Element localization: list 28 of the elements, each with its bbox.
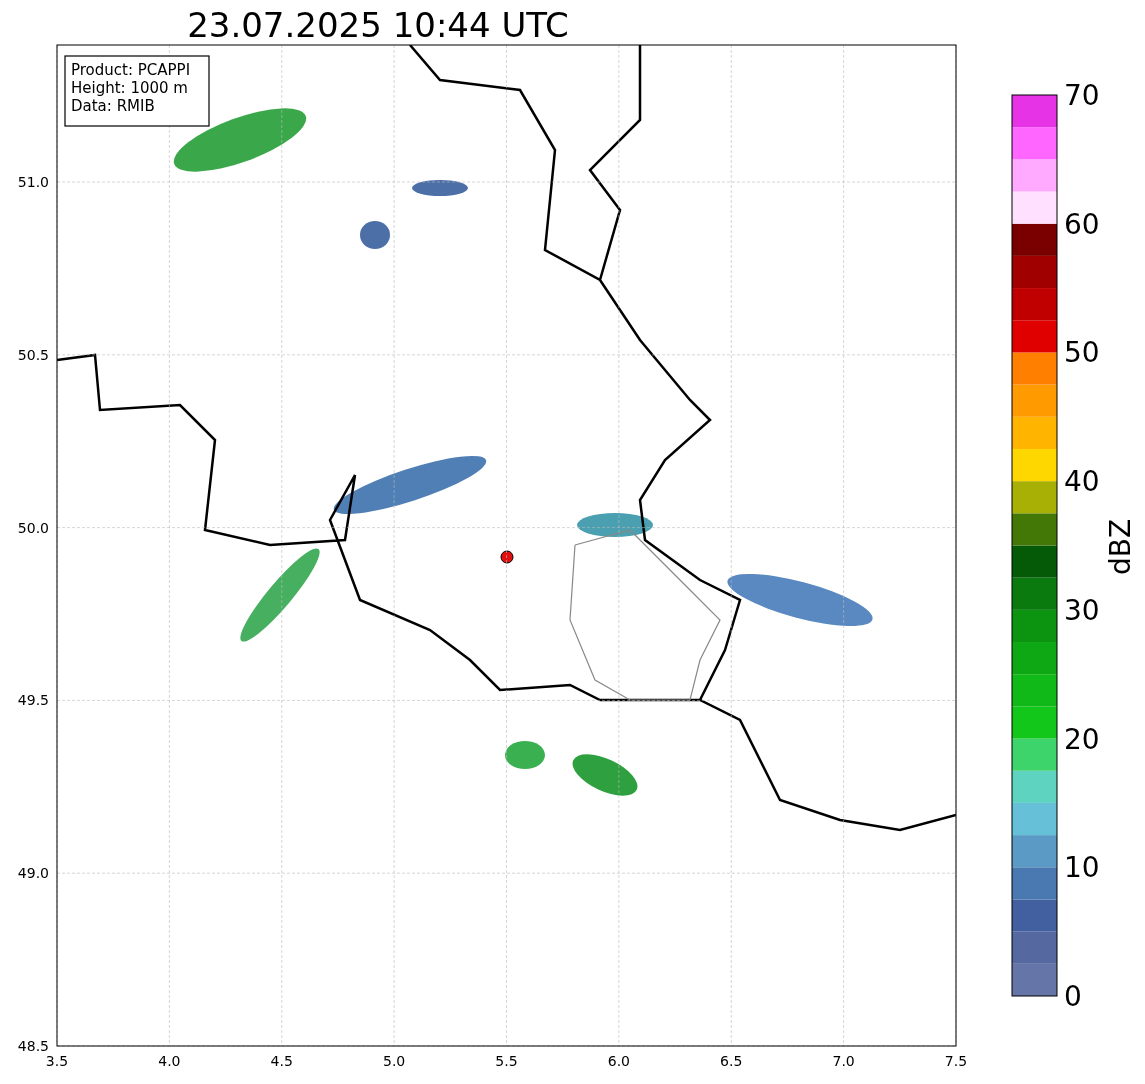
tick-label: 49.0 xyxy=(17,865,49,882)
colorbar-label: dBZ xyxy=(1104,518,1137,576)
tick-label: 60 xyxy=(1064,207,1100,241)
tick-label: 6.0 xyxy=(607,1053,630,1069)
chart-title: 23.07.2025 10:44 UTC xyxy=(187,5,569,45)
tick-label: 4.0 xyxy=(158,1053,181,1069)
legend-text: Data: RMIB xyxy=(71,97,155,115)
tick-label: 70 xyxy=(1064,79,1100,112)
tick-label: 49.5 xyxy=(17,692,49,709)
tick-label: 0 xyxy=(1064,980,1082,1013)
tick-label: 5.0 xyxy=(383,1053,406,1069)
tick-label: 7.0 xyxy=(832,1053,855,1069)
tick-label: 4.5 xyxy=(270,1053,293,1069)
tick-label: 5.5 xyxy=(495,1053,518,1069)
legend-text: Height: 1000 m xyxy=(71,79,188,97)
tick-label: 51.0 xyxy=(17,174,49,190)
tick-label: 50.0 xyxy=(17,519,49,536)
tick-label: 30 xyxy=(1064,593,1100,627)
tick-label: 48.5 xyxy=(17,1038,49,1054)
legend-text: Product: PCAPPI xyxy=(71,61,191,79)
tick-label: 20 xyxy=(1064,722,1100,756)
tick-label: 50 xyxy=(1064,336,1100,370)
tick-label: 6.5 xyxy=(720,1053,743,1069)
tick-label: 10 xyxy=(1064,851,1100,885)
tick-label: 7.5 xyxy=(944,1053,968,1069)
tick-label: 40 xyxy=(1064,465,1100,499)
tick-label: 50.5 xyxy=(17,346,49,363)
tick-label: 3.5 xyxy=(45,1053,69,1069)
